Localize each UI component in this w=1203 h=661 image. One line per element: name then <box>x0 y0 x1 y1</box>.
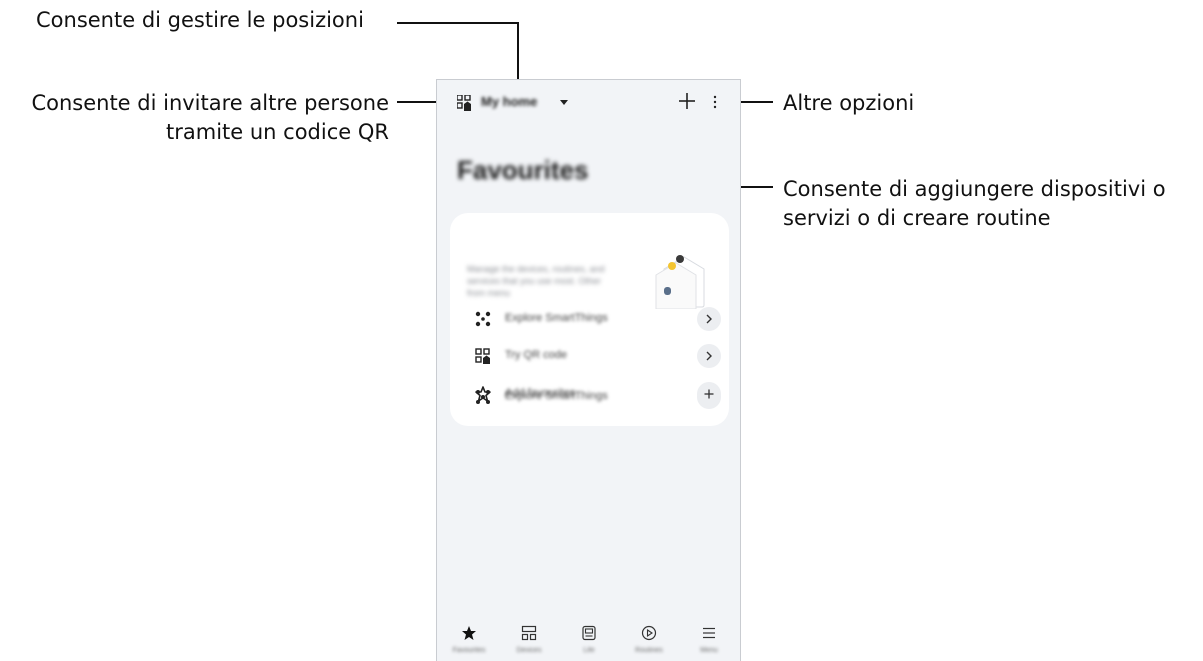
play-circle-icon <box>641 625 657 641</box>
explore-button[interactable] <box>697 307 721 331</box>
callout-add-devices: Consente di aggiungere dispositivi o ser… <box>783 175 1166 233</box>
menu-icon <box>703 627 715 639</box>
list-item-label: Explore SmartThings <box>505 312 608 324</box>
chevron-down-icon[interactable] <box>560 100 568 105</box>
qr-code-icon <box>475 348 490 364</box>
nav-item-devices[interactable]: Devices <box>501 620 557 661</box>
plus-icon <box>704 389 714 399</box>
list-item-label: Try QR code <box>505 349 567 361</box>
callout-add-devices-line1: Consente di aggiungere dispositivi o <box>783 177 1166 201</box>
nav-item-routines[interactable]: Routines <box>621 620 677 661</box>
house-illustration-icon <box>655 255 705 309</box>
star-icon <box>462 626 476 640</box>
callout-invite-qr: Consente di invitare altre persone trami… <box>10 89 389 147</box>
nav-label: Routines <box>635 647 663 654</box>
chevron-right-icon <box>706 314 712 324</box>
callout-invite-qr-line1: Consente di invitare altre persone <box>31 91 389 115</box>
callout-manage-locations: Consente di gestire le posizioni <box>36 8 364 32</box>
list-item[interactable]: Add favourites <box>467 379 721 409</box>
chevron-right-icon <box>706 351 712 361</box>
phone-screen: My home Favourites Manage the devices, r… <box>436 79 741 661</box>
card-description: Manage the devices, routines, and servic… <box>467 264 605 298</box>
bottom-nav: Favourites Devices Life Routines Menu <box>437 620 740 661</box>
callout-invite-qr-line2: tramite un codice QR <box>166 120 389 144</box>
callout-add-devices-line2: servizi o di creare routine <box>783 206 1051 230</box>
more-options-icon[interactable] <box>713 95 717 109</box>
callout-more-options: Altre opzioni <box>783 91 915 115</box>
list-item[interactable]: Explore SmartThings <box>467 304 721 334</box>
nav-label: Favourites <box>452 647 486 654</box>
star-outline-icon <box>475 386 491 402</box>
page-title: Favourites <box>457 155 589 185</box>
location-selector[interactable]: My home <box>481 94 537 109</box>
nav-item-life[interactable]: Life <box>561 620 617 661</box>
callout-line-manage-locations <box>397 22 518 24</box>
nav-label: Life <box>583 647 595 654</box>
list-item[interactable]: Try QR code <box>467 341 721 371</box>
add-icon[interactable] <box>677 91 697 111</box>
try-qr-button[interactable] <box>697 344 721 368</box>
add-favourites-button[interactable] <box>697 382 721 406</box>
list-item-label: Add favourites <box>505 387 576 399</box>
grid-icon <box>521 625 537 641</box>
life-icon <box>582 625 596 641</box>
nav-label: Menu <box>700 647 718 654</box>
nav-item-favourites[interactable]: Favourites <box>441 620 497 661</box>
nav-item-menu[interactable]: Menu <box>681 620 737 661</box>
qr-invite-icon[interactable] <box>457 95 471 111</box>
nav-label: Devices <box>516 647 542 654</box>
smartthings-icon <box>475 311 491 327</box>
